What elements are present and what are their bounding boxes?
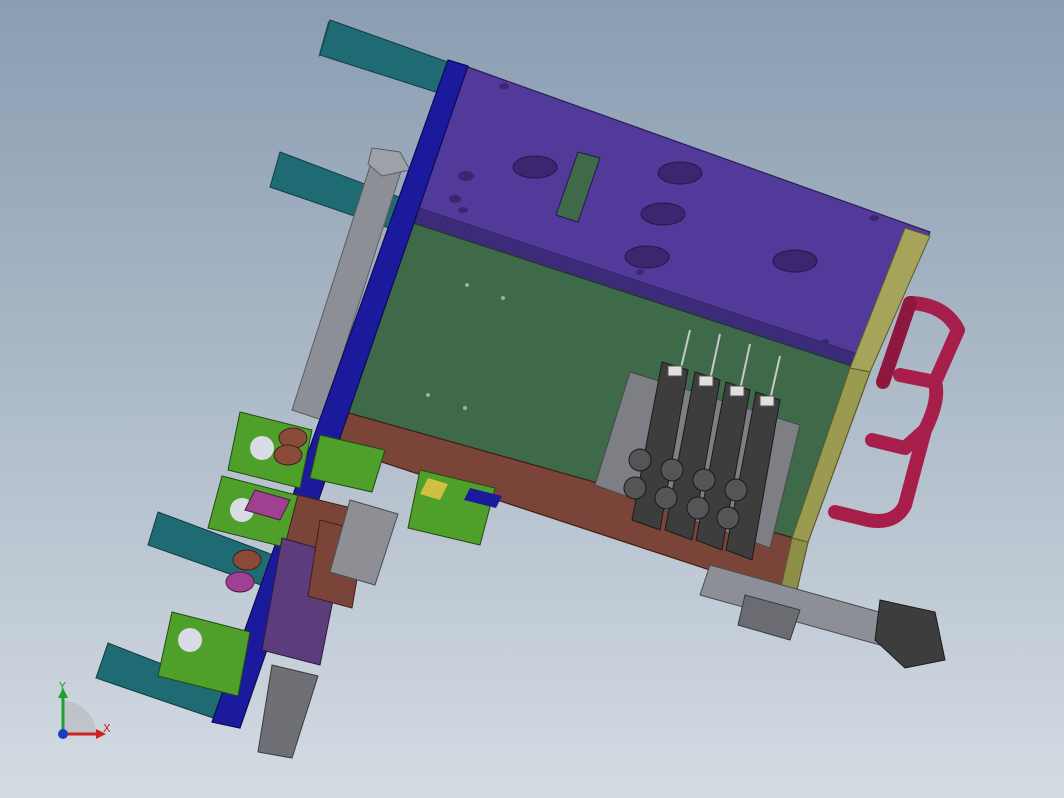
cad-assembly-model[interactable] [0, 0, 1064, 798]
x-axis-label: X [103, 722, 111, 735]
z-axis-icon [58, 729, 68, 739]
cylinder-right[interactable] [699, 564, 946, 669]
y-axis-label: Y [59, 680, 66, 693]
graphics-viewport[interactable]: Y X [0, 0, 1064, 798]
